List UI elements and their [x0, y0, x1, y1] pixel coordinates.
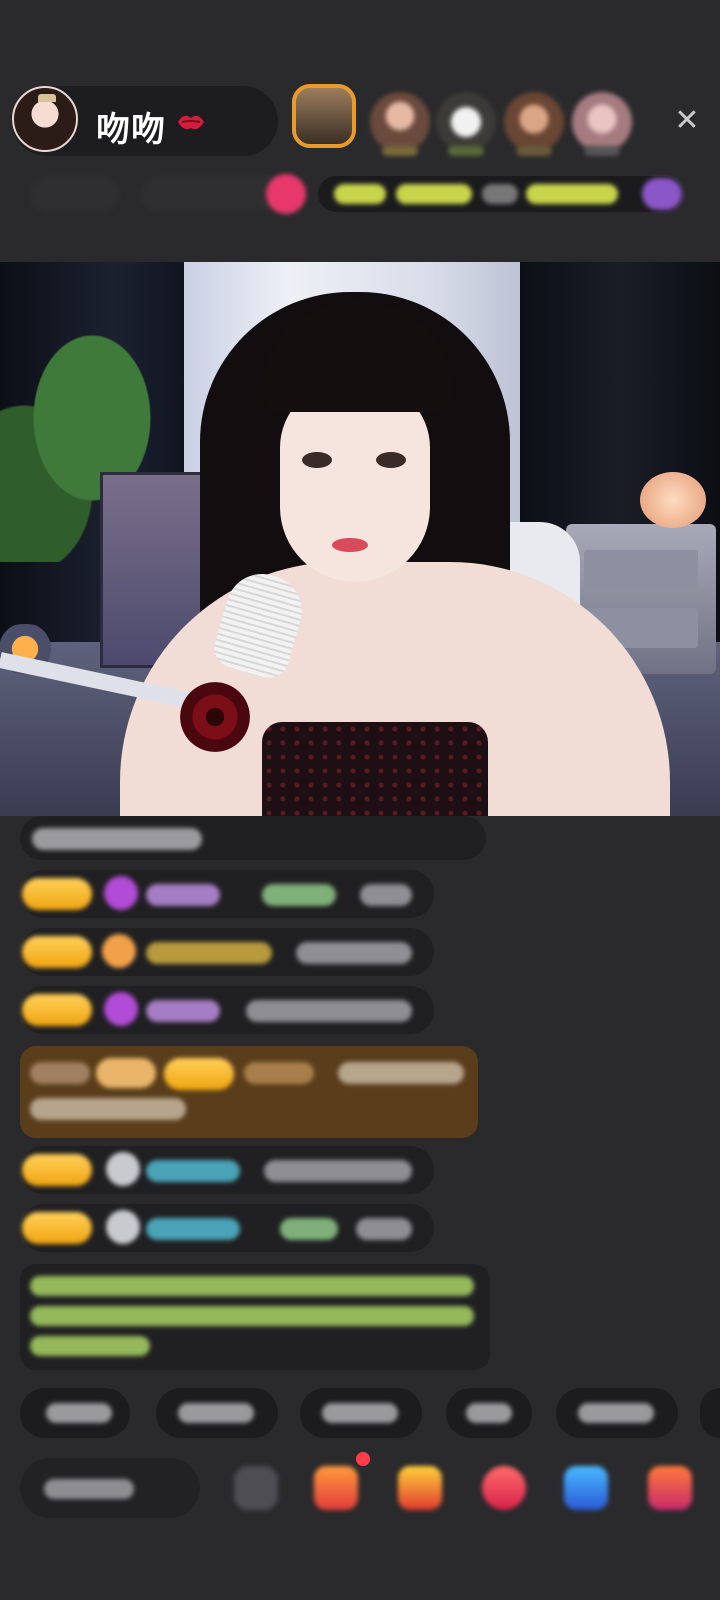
host-name: 吻吻 [96, 110, 166, 150]
viewer-avatar-top[interactable] [292, 84, 356, 148]
eye [302, 452, 332, 468]
quick-reply-text [466, 1403, 512, 1423]
fan-level-badge [22, 1154, 92, 1186]
quick-reply-text [322, 1403, 398, 1423]
lamp [640, 472, 706, 528]
notice-line [30, 1306, 474, 1326]
eye [376, 452, 406, 468]
comment-placeholder [44, 1479, 134, 1499]
diamond-icon [104, 876, 138, 910]
message-text [246, 1000, 412, 1022]
username[interactable] [146, 1160, 240, 1182]
message-text [32, 828, 202, 850]
username[interactable] [146, 942, 272, 964]
viewer-rank-badge [584, 146, 620, 156]
username[interactable] [146, 884, 220, 906]
notice-line [30, 1276, 474, 1296]
fan-level-badge [22, 936, 92, 968]
host-avatar[interactable] [12, 86, 78, 152]
crown-icon [38, 94, 56, 102]
fan-level-badge [22, 878, 92, 910]
streamer-corset [262, 722, 488, 816]
live-video[interactable] [0, 262, 720, 816]
notice-line [30, 1336, 150, 1356]
message-text [360, 884, 412, 906]
message-text [338, 1062, 464, 1084]
rose [180, 682, 250, 752]
quick-reply-text [178, 1403, 254, 1423]
pink-event-icon[interactable] [266, 174, 306, 214]
announcement-chip [334, 184, 386, 204]
gift-box-icon[interactable] [314, 1466, 358, 1510]
treasure-chest-icon[interactable] [398, 1466, 442, 1510]
message-text [356, 1218, 412, 1240]
quick-reply-text [46, 1403, 112, 1423]
viewer-rank-badge [382, 146, 418, 156]
emoji-icon[interactable] [234, 1466, 278, 1510]
fan-level-badge [22, 994, 92, 1026]
username[interactable] [146, 1000, 220, 1022]
username[interactable] [146, 1218, 240, 1240]
message-text [264, 1160, 412, 1182]
notification-dot [356, 1452, 370, 1466]
username[interactable] [262, 884, 336, 906]
username[interactable] [244, 1062, 314, 1084]
announcement-chip [482, 184, 518, 204]
lucky-bag-icon[interactable] [482, 1466, 526, 1510]
viewer-avatar[interactable] [370, 92, 430, 152]
more-gifts-icon[interactable] [648, 1466, 692, 1510]
drawer [584, 550, 698, 590]
viewer-avatar[interactable] [504, 92, 564, 152]
hourly-rank-chip[interactable] [30, 176, 120, 212]
vip-badge [96, 1058, 156, 1088]
close-icon[interactable]: ✕ [672, 106, 702, 136]
lips [332, 538, 368, 552]
game-controller-icon[interactable] [564, 1466, 608, 1510]
fan-level-badge [164, 1058, 234, 1090]
viewer-avatar[interactable] [572, 92, 632, 152]
quick-reply-text [578, 1403, 654, 1423]
username[interactable] [280, 1218, 338, 1240]
streamer-face [280, 382, 430, 582]
viewer-rank-badge [448, 146, 484, 156]
bear-icon [106, 1210, 140, 1244]
announcement-chip [396, 184, 472, 204]
gift-highlight-message[interactable] [20, 1046, 478, 1138]
gift-event-icon[interactable] [642, 178, 682, 210]
diamond-icon [104, 992, 138, 1026]
balloon-icon [102, 934, 136, 968]
fan-level-badge [22, 1212, 92, 1244]
kiss-mark-icon [178, 115, 204, 130]
username[interactable] [30, 1062, 90, 1084]
message-text [30, 1098, 186, 1120]
announcement-chip [526, 184, 618, 204]
viewer-rank-badge [516, 146, 552, 156]
quick-reply-chip[interactable] [700, 1388, 720, 1438]
message-text [296, 942, 412, 964]
bear-icon [106, 1152, 140, 1186]
viewer-avatar[interactable] [436, 92, 496, 152]
